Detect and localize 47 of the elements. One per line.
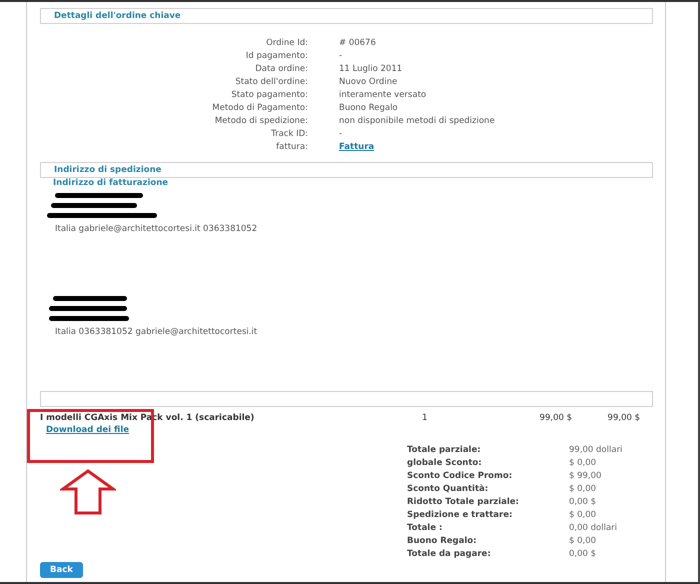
- total-label: Buono Regalo:: [407, 536, 478, 546]
- total-value: $ 99,00: [569, 470, 602, 480]
- detail-value: -: [339, 50, 342, 60]
- total-label: Sconto Quantità:: [407, 484, 490, 494]
- line-total: 99,00 $: [606, 413, 640, 425]
- detail-value: -: [339, 128, 342, 138]
- detail-label: Metodo di Pagamento:: [211, 102, 308, 112]
- up-arrow-icon: [60, 469, 116, 515]
- total-value: 0,00 $: [569, 496, 596, 506]
- total-value: 0,00 dollari: [569, 522, 618, 532]
- invoice-link[interactable]: Fattura: [339, 142, 374, 152]
- detail-value: Nuovo Ordine: [339, 76, 398, 86]
- detail-label: Data ordine:: [254, 64, 308, 74]
- detail-label: Ordine Id:: [265, 38, 308, 48]
- address-contact: Italia gabriele@architettocortesi.it 0363381052: [55, 224, 258, 234]
- total-label: Sconto Codice Promo:: [407, 470, 514, 480]
- detail-label: Track ID:: [270, 128, 308, 138]
- total-label: Ridotto Totale parziale:: [407, 496, 520, 506]
- detail-label: Stato pagamento:: [230, 90, 308, 100]
- total-label: globale Sconto:: [407, 458, 483, 468]
- detail-value: 11 Luglio 2011: [339, 64, 402, 74]
- detail-value: interamente versato: [339, 90, 426, 100]
- total-label: Totale da pagare:: [407, 548, 492, 558]
- detail-value: Buono Regalo: [339, 102, 398, 112]
- total-value: $ 0,00: [569, 536, 596, 546]
- total-label: Totale :: [407, 522, 444, 532]
- total-value: $ 0,00: [569, 458, 596, 468]
- detail-label: Metodo di spedizione:: [214, 116, 308, 126]
- total-value: 0,00 $: [569, 548, 596, 558]
- address-contact: Italia 0363381052 gabriele@architettocortesi.it: [55, 327, 258, 337]
- detail-label: Id pagamento:: [244, 50, 308, 60]
- section-title: Indirizzo di fatturazione: [53, 178, 168, 188]
- total-label: Spedizione e trattare:: [407, 510, 514, 520]
- quantity: 1: [422, 413, 428, 425]
- download-link[interactable]: Download dei file: [46, 425, 410, 435]
- section-title: Indirizzo di spedizione: [54, 165, 162, 175]
- section-title: Dettagli dell'ordine chiave: [54, 11, 181, 21]
- total-value: $ 0,00: [569, 510, 596, 520]
- unit-price: 99,00 $: [538, 413, 572, 425]
- total-label: Totale parziale:: [407, 444, 482, 454]
- detail-value: non disponibile metodi di spedizione: [339, 116, 495, 126]
- detail-label: fattura:: [275, 142, 308, 152]
- detail-value: # 00676: [339, 38, 376, 48]
- detail-label: Stato dell'ordine:: [234, 76, 308, 86]
- total-value: $ 0,00: [569, 484, 596, 494]
- back-button[interactable]: Back: [40, 562, 83, 578]
- total-value: 99,00 dollari: [569, 444, 622, 454]
